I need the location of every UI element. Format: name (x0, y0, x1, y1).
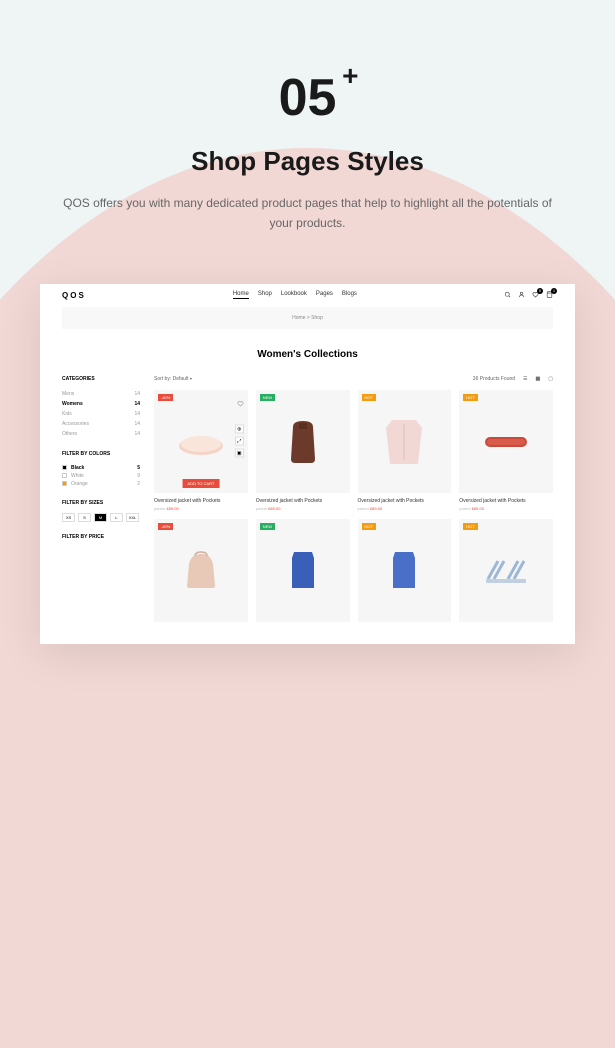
product-badge: NEW (260, 523, 275, 530)
product-card[interactable]: HOT Oversized jacket with Pockets parent… (459, 390, 553, 511)
product-card[interactable]: HOT (459, 519, 553, 622)
hero-number: 05+ (279, 68, 337, 128)
compare-icon[interactable]: ⤢ (235, 437, 244, 446)
results-count: 36 Products Found (473, 376, 515, 382)
product-name: Oversized jacket with Pockets (358, 498, 452, 504)
category-item[interactable]: Others14 (62, 429, 140, 439)
hero-title: Shop Pages Styles (60, 146, 555, 177)
product-name: Oversized jacket with Pockets (256, 498, 350, 504)
hero-section: 05+ Shop Pages Styles QOS offers you wit… (0, 0, 615, 264)
size-filter-item[interactable]: S (78, 513, 91, 522)
product-badge: HOT (362, 394, 376, 401)
share-icon[interactable]: ▣ (235, 449, 244, 458)
size-filter-item[interactable]: M (94, 513, 107, 522)
logo[interactable]: QOS (62, 291, 86, 300)
product-badge: HOT (362, 523, 376, 530)
view-list-icon[interactable]: ☰ (523, 376, 527, 382)
breadcrumb: Home > Shop (62, 307, 553, 329)
product-badge: HOT (463, 394, 477, 401)
product-meta: parent £89.00 (154, 506, 248, 511)
shop-mockup: QOS Home Shop Lookbook Pages Blogs Home … (40, 284, 575, 644)
page-title: Women's Collections (40, 329, 575, 376)
cart-icon[interactable] (546, 291, 553, 300)
product-meta: parent £89.00 (256, 506, 350, 511)
search-icon[interactable] (504, 291, 511, 300)
category-item[interactable]: Accessories14 (62, 419, 140, 429)
main-nav: Home Shop Lookbook Pages Blogs (86, 291, 504, 299)
sort-control[interactable]: Sort by: Default ▾ (154, 376, 192, 382)
category-item[interactable]: Kids14 (62, 409, 140, 419)
quickview-icon[interactable]: ⊕ (235, 425, 244, 434)
product-name: Oversized jacket with Pockets (459, 498, 553, 504)
sizes-heading: FILTER BY SIZES (62, 500, 140, 506)
nav-lookbook[interactable]: Lookbook (281, 291, 307, 299)
product-badge: NEW (260, 394, 275, 401)
product-meta: parent £89.00 (459, 506, 553, 511)
size-filter-item[interactable]: XXL (126, 513, 139, 522)
product-card[interactable]: -40% (154, 519, 248, 622)
product-card[interactable]: NEW (256, 519, 350, 622)
colors-heading: FILTER BY COLORS (62, 451, 140, 457)
price-heading: FILTER BY PRICE (62, 534, 140, 540)
product-badge: -40% (158, 394, 173, 401)
wishlist-icon[interactable] (532, 291, 539, 300)
hero-description: QOS offers you with many dedicated produ… (60, 193, 555, 234)
product-card[interactable]: -40% ⊕ ⤢ ▣ ADD TO CART Oversized jacket wi… (154, 390, 248, 511)
add-to-cart-button[interactable]: ADD TO CART (182, 479, 219, 488)
product-badge: HOT (463, 523, 477, 530)
nav-blogs[interactable]: Blogs (342, 291, 357, 299)
category-item[interactable]: Mens14 (62, 389, 140, 399)
view-grid-icon[interactable]: ▦ (536, 376, 541, 382)
product-badge: -40% (158, 523, 173, 530)
product-name: Oversized jacket with Pockets (154, 498, 248, 504)
nav-shop[interactable]: Shop (258, 291, 272, 299)
categories-heading: CATEGORIES (62, 376, 140, 382)
product-card[interactable]: NEW Oversized jacket with Pockets parent… (256, 390, 350, 511)
color-filter-item[interactable]: White9 (62, 472, 140, 480)
size-filter-item[interactable]: XS (62, 513, 75, 522)
nav-home[interactable]: Home (233, 291, 249, 299)
product-meta: parent £89.00 (358, 506, 452, 511)
category-item[interactable]: Womens14 (62, 399, 140, 409)
wishlist-icon[interactable] (237, 394, 244, 401)
nav-pages[interactable]: Pages (316, 291, 333, 299)
color-filter-item[interactable]: Orange2 (62, 480, 140, 488)
user-icon[interactable] (518, 291, 525, 300)
size-filter-item[interactable]: L (110, 513, 123, 522)
product-card[interactable]: HOT (358, 519, 452, 622)
view-large-icon[interactable]: ▢ (548, 376, 553, 382)
color-filter-item[interactable]: Black5 (62, 464, 140, 472)
product-card[interactable]: HOT Oversized jacket with Pockets parent… (358, 390, 452, 511)
